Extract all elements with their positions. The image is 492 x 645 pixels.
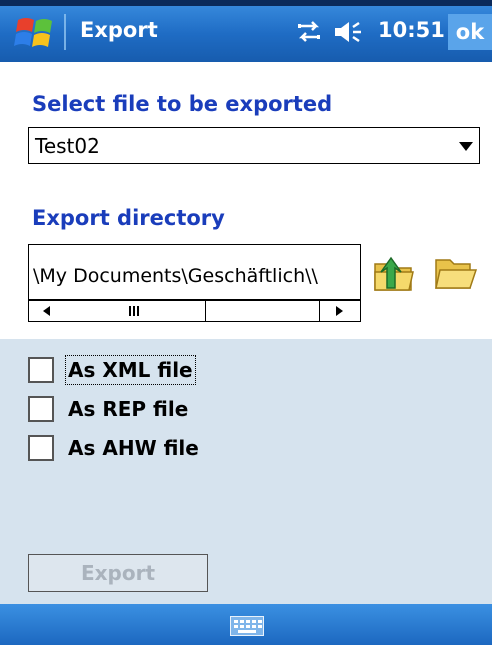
export-directory-label: Export directory: [32, 206, 225, 230]
directory-field[interactable]: \My Documents\Geschäftlich\\: [28, 244, 361, 300]
ahw-option-label[interactable]: As AHW file: [68, 436, 199, 460]
app-title: Export: [80, 18, 158, 42]
keyboard-icon[interactable]: [230, 616, 264, 636]
windows-start-icon[interactable]: [14, 14, 58, 52]
volume-icon[interactable]: [332, 19, 366, 45]
title-bar: Export 10:51 ok: [0, 0, 492, 62]
file-dropdown[interactable]: Test02: [28, 127, 480, 164]
open-folder-icon[interactable]: [432, 250, 478, 296]
scroll-left-button[interactable]: [29, 301, 70, 321]
chevron-down-icon[interactable]: [459, 142, 473, 151]
export-button[interactable]: Export: [28, 554, 208, 592]
ok-button[interactable]: ok: [448, 14, 492, 50]
directory-path: \My Documents\Geschäftlich\\: [33, 265, 318, 287]
status-strip: [0, 0, 492, 6]
bottom-bar: [0, 604, 492, 645]
arrow-right-icon: [336, 306, 343, 316]
scroll-right-button[interactable]: [319, 301, 360, 321]
file-dropdown-value: Test02: [35, 134, 100, 158]
ahw-checkbox[interactable]: [28, 435, 54, 461]
select-file-label: Select file to be exported: [32, 92, 333, 116]
clock[interactable]: 10:51: [378, 18, 445, 42]
xml-option-label[interactable]: As XML file: [65, 355, 196, 385]
arrow-left-icon: [43, 306, 50, 316]
scroll-thumb[interactable]: [69, 301, 206, 321]
connectivity-icon[interactable]: [296, 20, 322, 44]
up-folder-icon[interactable]: [371, 250, 417, 296]
xml-checkbox[interactable]: [28, 357, 54, 383]
rep-checkbox[interactable]: [28, 396, 54, 422]
directory-scrollbar[interactable]: [28, 300, 361, 322]
grip-icon: [129, 306, 139, 316]
title-separator: [64, 14, 66, 50]
rep-option-label[interactable]: As REP file: [68, 397, 188, 421]
